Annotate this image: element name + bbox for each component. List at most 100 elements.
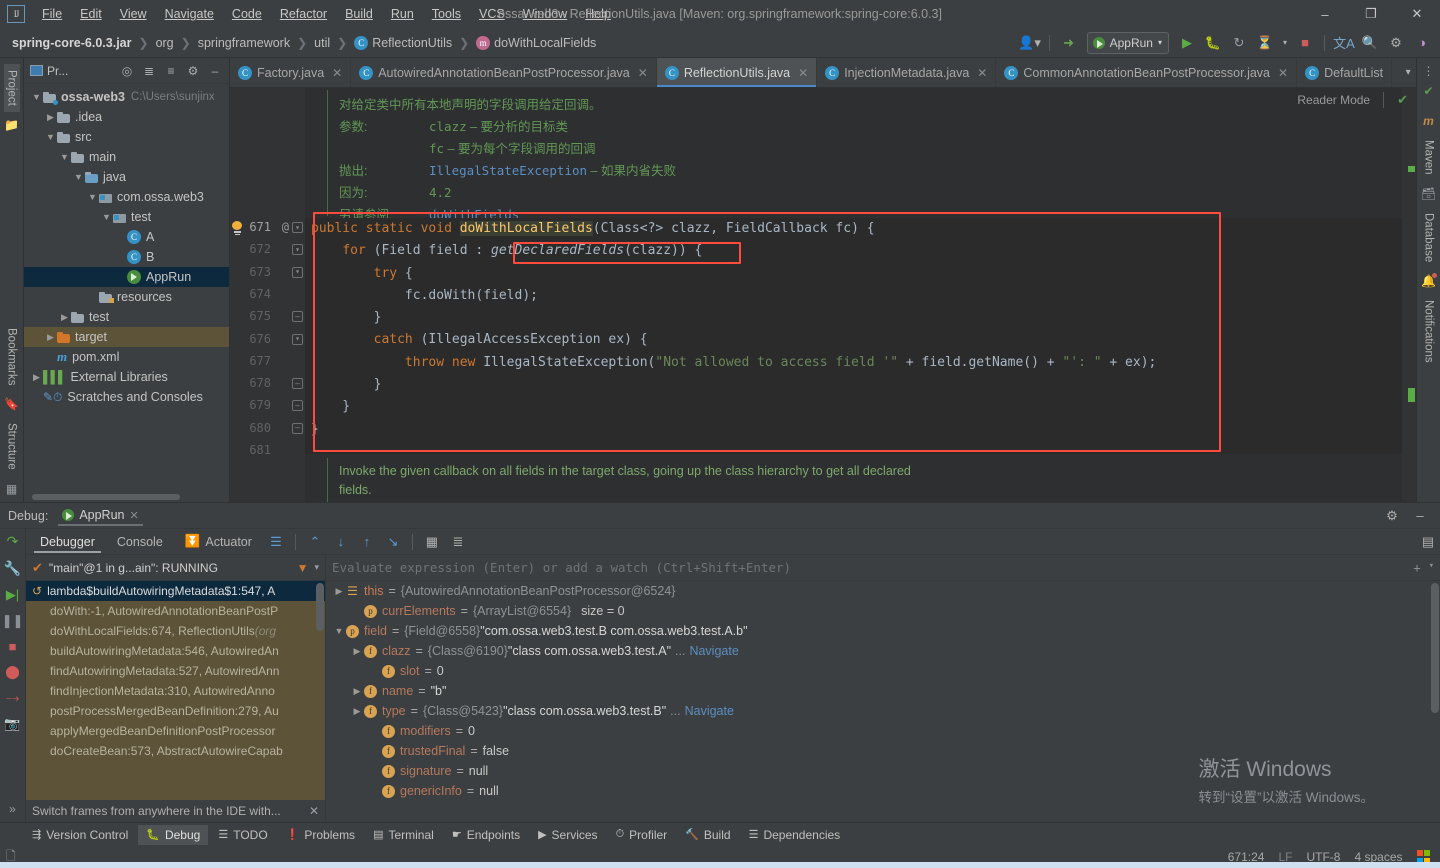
stop-icon[interactable]: ■	[9, 639, 17, 654]
tree-node-pom-xml[interactable]: m pom.xml	[24, 347, 229, 367]
theme-icon[interactable]: ◑	[1410, 32, 1434, 54]
variable-row[interactable]: ▶ ☰ this = {AutowiredAnnotationBeanPostProce…	[326, 581, 1440, 601]
breadcrumb-springframework[interactable]: springframework	[196, 34, 292, 52]
navigate-link[interactable]: Navigate	[689, 644, 738, 658]
settings-icon[interactable]: ⚙	[1384, 32, 1408, 54]
tree-node-b[interactable]: CB	[24, 247, 229, 267]
code-folding-toggle[interactable]: ▾	[292, 333, 303, 345]
editor-tab-factory[interactable]: C Factory.java ✕	[230, 58, 352, 87]
tree-node-ossa-web3[interactable]: ▼ ossa-web3 C:\Users\sunjinx	[24, 87, 229, 107]
stack-frame-row[interactable]: findAutowiringMetadata:527, AutowiredAnn	[26, 661, 325, 681]
chevron-down-icon[interactable]: ▾	[1396, 62, 1416, 84]
tool-window-structure[interactable]: Structure	[4, 417, 20, 476]
tab-actuator[interactable]: ⏬ Actuator	[175, 531, 262, 552]
expand-all-icon[interactable]: ≣	[139, 61, 159, 81]
hide-icon[interactable]: –	[205, 61, 225, 81]
navigate-link[interactable]: Navigate	[685, 704, 734, 718]
translate-icon[interactable]: 文A	[1332, 32, 1356, 54]
stack-frame-row[interactable]: doCreateBean:573, AbstractAutowireCapab	[26, 741, 325, 761]
stack-frame-row[interactable]: applyMergedBeanDefinitionPostProcessor	[26, 721, 325, 741]
tree-node-resources[interactable]: resources	[24, 287, 229, 307]
call-stack-list[interactable]: ↺ lambda$buildAutowiringMetadata$1:547, A…	[26, 581, 325, 800]
bookmark-icon[interactable]: 🔖	[4, 397, 19, 411]
variables-tree[interactable]: ▶ ☰ this = {AutowiredAnnotationBeanPostProce…	[326, 581, 1440, 822]
settings-icon[interactable]: ⚙	[1380, 505, 1404, 527]
resume-program-icon[interactable]: ↷	[7, 533, 19, 550]
stack-frame-row[interactable]: doWith:-1, AutowiredAnnotationBeanPostP	[26, 601, 325, 621]
horizontal-scrollbar[interactable]	[24, 492, 229, 502]
bottom-tool-profiler[interactable]: ⏱ Profiler	[608, 825, 676, 845]
close-icon[interactable]: ✕	[1278, 66, 1288, 80]
bottom-tool-dependencies[interactable]: ☰ Dependencies	[741, 825, 849, 845]
stack-frame-row[interactable]: doWithLocalFields:674, ReflectionUtils (…	[26, 621, 325, 641]
variable-row[interactable]: ▼ p field = {Field@6558} "com.ossa.web3.test…	[326, 621, 1440, 641]
tree-node-scratches-and-consoles[interactable]: ✎⏱ Scratches and Consoles	[24, 387, 229, 407]
menu-navigate[interactable]: Navigate	[156, 3, 223, 25]
step-over-icon[interactable]: ⌃	[303, 531, 327, 553]
tool-window-notifications[interactable]: Notifications	[1421, 294, 1437, 369]
maven-icon[interactable]: m	[1423, 114, 1434, 128]
chevron-down-icon[interactable]: ▼	[100, 212, 113, 222]
structure-icon[interactable]: ▦	[6, 482, 17, 496]
menu-view[interactable]: View	[111, 3, 156, 25]
menu-build[interactable]: Build	[336, 3, 382, 25]
variable-row[interactable]: f trustedFinal = false	[326, 741, 1440, 761]
close-icon[interactable]: ✕	[332, 66, 342, 80]
close-icon[interactable]: ✕	[798, 66, 808, 80]
breadcrumb-util[interactable]: util	[312, 34, 332, 52]
breadcrumb-org[interactable]: org	[154, 34, 176, 52]
chevron-down-icon[interactable]: ▼	[86, 192, 99, 202]
variable-row[interactable]: p currElements = {ArrayList@6554} size = 0	[326, 601, 1440, 621]
bottom-tool-todo[interactable]: ☰ TODO	[210, 825, 275, 845]
code-folding-toggle[interactable]: —	[292, 400, 303, 412]
updates-icon[interactable]: ➜	[1057, 32, 1081, 54]
tool-window-maven[interactable]: Maven	[1421, 134, 1437, 181]
tree-node-test[interactable]: ▶ test	[24, 307, 229, 327]
menu-code[interactable]: Code	[223, 3, 271, 25]
bottom-tool-problems[interactable]: ❗ Problems	[278, 825, 363, 845]
add-watch-icon[interactable]: +	[1413, 561, 1420, 575]
database-icon[interactable]: 🗃	[1421, 187, 1436, 201]
chevron-right-icon[interactable]: ▶	[350, 686, 364, 697]
chevron-right-icon[interactable]: ▶	[58, 312, 71, 323]
debug-icon[interactable]: 🐛	[1201, 32, 1225, 54]
expand-strip-icon[interactable]: »	[9, 802, 16, 822]
code-folding-toggle[interactable]: ▾	[292, 222, 303, 233]
stack-frame-row[interactable]: postProcessMergedBeanDefinition:279, Au	[26, 701, 325, 721]
close-icon[interactable]: ✕	[977, 66, 987, 80]
variable-row[interactable]: f modifiers = 0	[326, 721, 1440, 741]
chevron-down-icon[interactable]: ▼	[44, 132, 57, 142]
javadoc-exception-link[interactable]: IllegalStateException	[429, 163, 587, 178]
chevron-right-icon[interactable]: ▶	[350, 706, 364, 717]
tool-window-project[interactable]: Project	[3, 64, 20, 112]
tab-console[interactable]: Console	[107, 532, 173, 552]
menu-refactor[interactable]: Refactor	[271, 3, 336, 25]
chevron-right-icon[interactable]: ▶	[44, 112, 57, 123]
chevron-right-icon[interactable]: ▶	[350, 646, 364, 657]
minimize-button[interactable]: –	[1302, 0, 1348, 28]
editor-gutter[interactable]: 671 672 673 674 675 676 677 678 679 680 681 @ ▾ ▾ ▾ — ▾ —…	[230, 88, 305, 502]
variable-row[interactable]: ▶ f type = {Class@5423} "class com.ossa.web3…	[326, 701, 1440, 721]
run-to-cursor-icon[interactable]: ↘	[381, 531, 405, 553]
intention-bulb-icon[interactable]	[232, 221, 243, 235]
chevron-right-icon[interactable]: ▶	[30, 372, 43, 383]
breadcrumb-method[interactable]: m doWithLocalFields	[474, 34, 598, 52]
settings-wrench-icon[interactable]: 🔧	[4, 560, 21, 577]
tab-debugger[interactable]: Debugger	[30, 532, 105, 553]
close-icon[interactable]: ✕	[638, 66, 648, 80]
menu-run[interactable]: Run	[382, 3, 423, 25]
bottom-tool-debug[interactable]: 🐛 Debug	[138, 824, 209, 845]
tree-node-test[interactable]: ▼ test	[24, 207, 229, 227]
tree-node-src[interactable]: ▼ src	[24, 127, 229, 147]
chevron-down-icon[interactable]: ▼	[58, 152, 71, 162]
editor-tab-defaultlist[interactable]: C DefaultList	[1297, 58, 1393, 87]
chevron-right-icon[interactable]: ▶	[44, 332, 57, 343]
collapse-all-icon[interactable]: ≡	[161, 61, 181, 81]
rerun-icon[interactable]: ↻	[1227, 32, 1251, 54]
variable-row[interactable]: ▶ f clazz = {Class@6190} "class com.ossa.web…	[326, 641, 1440, 661]
user-icon[interactable]: 👤▾	[1018, 32, 1042, 54]
editor-right-gutter[interactable]	[1402, 88, 1416, 502]
tree-node--idea[interactable]: ▶ .idea	[24, 107, 229, 127]
hide-icon[interactable]: –	[1408, 505, 1432, 527]
menu-window[interactable]: Window	[514, 3, 576, 25]
